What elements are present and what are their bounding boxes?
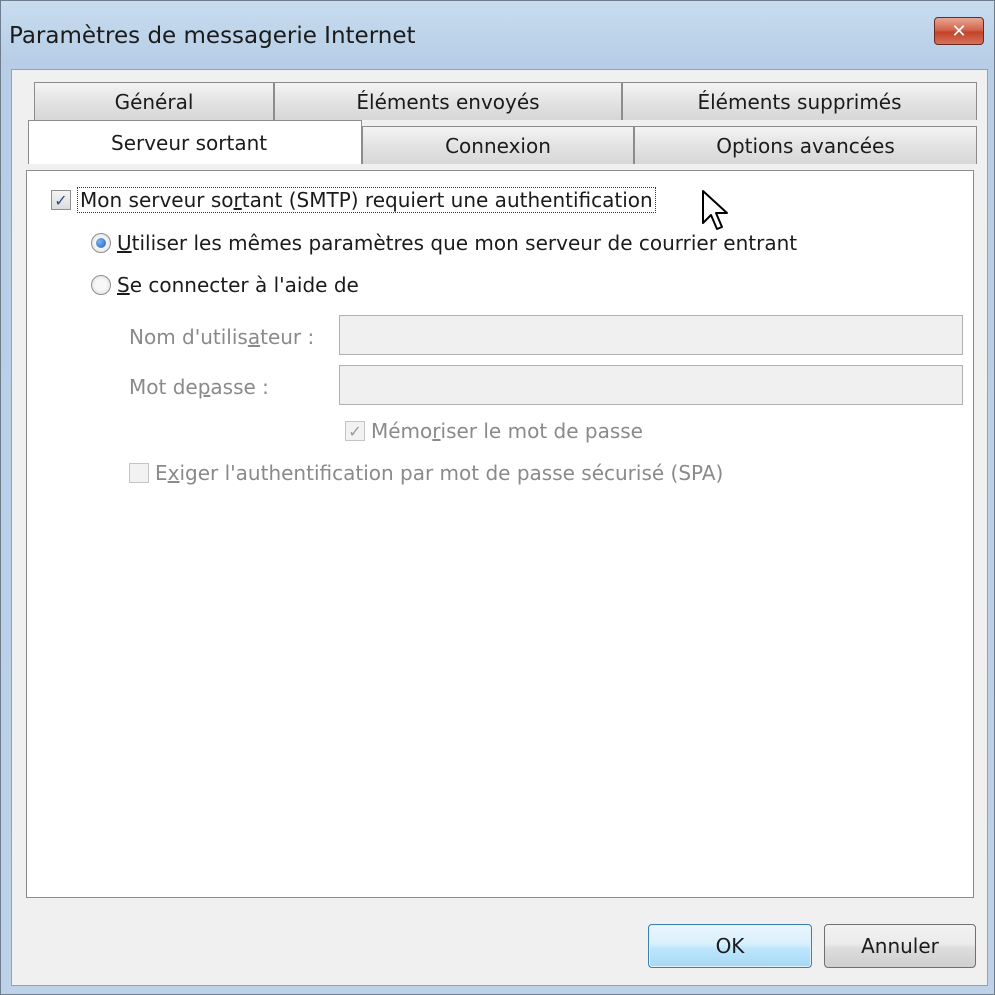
cancel-button[interactable]: Annuler xyxy=(824,924,976,968)
tab-general-label: Général xyxy=(114,89,194,114)
tab-advanced-options-label: Options avancées xyxy=(716,133,895,158)
use-same-settings-row[interactable]: Utiliser les mêmes paramètres que mon se… xyxy=(91,231,797,255)
radio-selected-dot xyxy=(96,238,106,248)
connect-with-radio[interactable] xyxy=(91,275,111,295)
title-bar[interactable]: Paramètres de messagerie Internet ✕ xyxy=(1,1,994,71)
tab-sent-items-label: Éléments envoyés xyxy=(356,89,540,114)
remember-password-label: Mémoriser le mot de passe xyxy=(371,419,643,443)
tab-connection-label: Connexion xyxy=(445,133,551,158)
use-same-settings-label: Utiliser les mêmes paramètres que mon se… xyxy=(117,231,798,255)
password-field[interactable] xyxy=(339,365,963,405)
tab-deleted-items[interactable]: Éléments supprimés xyxy=(622,82,977,120)
arrow-cursor-icon xyxy=(702,190,728,230)
username-label: Nom d'utilis a teur : xyxy=(129,325,315,349)
tab-outgoing-server-label: Serveur sortant xyxy=(111,130,268,155)
ok-button-label: OK xyxy=(715,934,745,958)
checkmark-icon: ✓ xyxy=(348,421,362,441)
smtp-auth-row[interactable]: ✓ Mon serveur sortant (SMTP) requiert un… xyxy=(51,187,656,213)
require-spa-checkbox[interactable] xyxy=(129,463,149,483)
smtp-auth-label: Mon serveur sortant (SMTP) requiert une … xyxy=(77,187,656,213)
close-icon: ✕ xyxy=(951,20,967,42)
internet-email-settings-dialog: Paramètres de messagerie Internet ✕ Géné… xyxy=(0,0,995,995)
checkmark-icon: ✓ xyxy=(54,190,68,210)
smtp-auth-checkbox[interactable]: ✓ xyxy=(51,190,71,210)
tab-general[interactable]: Général xyxy=(34,82,274,120)
require-spa-row[interactable]: Exiger l'authentification par mot de pas… xyxy=(129,461,723,485)
remember-password-checkbox[interactable]: ✓ xyxy=(345,421,365,441)
outgoing-server-panel: ✓ Mon serveur sortant (SMTP) requiert un… xyxy=(26,170,974,898)
tab-outgoing-server[interactable]: Serveur sortant xyxy=(28,120,362,164)
tab-connection[interactable]: Connexion xyxy=(362,126,634,164)
tab-deleted-items-label: Éléments supprimés xyxy=(697,89,902,114)
close-button[interactable]: ✕ xyxy=(934,17,984,45)
use-same-settings-radio[interactable] xyxy=(91,233,111,253)
require-spa-label: Exiger l'authentification par mot de pas… xyxy=(155,461,724,485)
remember-password-row[interactable]: ✓ Mémoriser le mot de passe xyxy=(345,419,643,443)
connect-with-row[interactable]: Se connecter à l'aide de xyxy=(91,273,359,297)
window-title: Paramètres de messagerie Internet xyxy=(9,23,416,49)
tab-sent-items[interactable]: Éléments envoyés xyxy=(274,82,622,120)
cancel-button-label: Annuler xyxy=(861,934,939,958)
password-label: Mot de p asse : xyxy=(129,375,269,399)
username-field[interactable] xyxy=(339,315,963,355)
connect-with-label: Se connecter à l'aide de xyxy=(117,273,359,297)
tab-advanced-options[interactable]: Options avancées xyxy=(634,126,977,164)
dialog-client-area: Général Éléments envoyés Éléments suppri… xyxy=(11,69,988,986)
ok-button[interactable]: OK xyxy=(648,924,812,968)
